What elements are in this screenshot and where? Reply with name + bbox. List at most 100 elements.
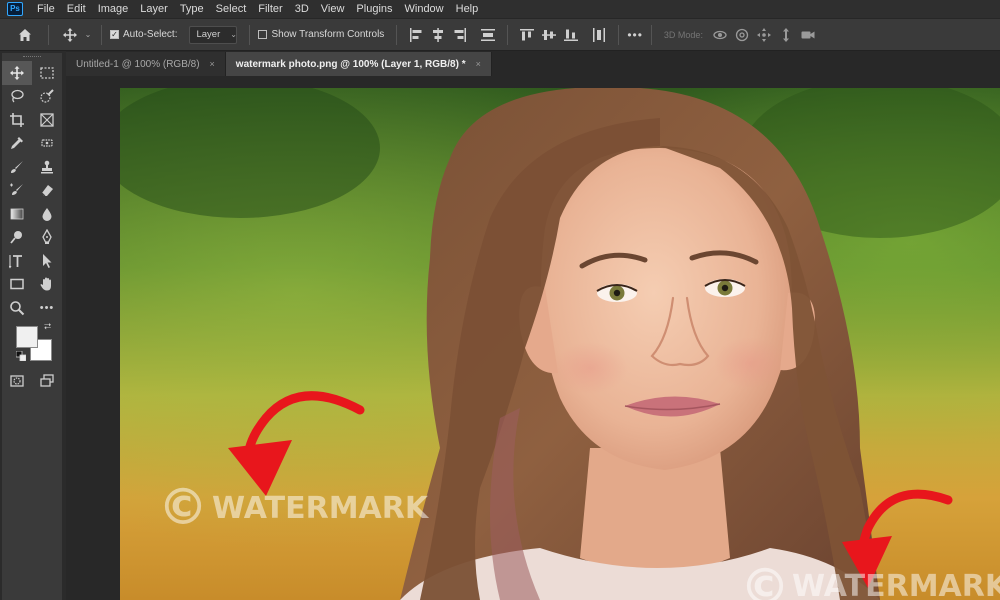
- photoshop-logo[interactable]: Ps: [7, 2, 23, 16]
- home-icon[interactable]: [16, 26, 34, 44]
- 3d-roll-icon[interactable]: [733, 26, 751, 44]
- menu-layer[interactable]: Layer: [134, 0, 174, 18]
- move-tool[interactable]: [2, 61, 32, 85]
- align-bottom-edges-icon[interactable]: [562, 26, 580, 44]
- auto-select-checkbox[interactable]: ✓: [110, 30, 119, 39]
- menu-filter[interactable]: Filter: [252, 0, 288, 18]
- default-colors-icon[interactable]: [16, 350, 26, 361]
- lasso-tool[interactable]: [2, 85, 32, 109]
- frame-tool[interactable]: [32, 108, 62, 132]
- watermark-text: WATERMARK: [212, 491, 430, 526]
- align-right-edges-icon[interactable]: [451, 26, 469, 44]
- 3d-scale-camera-icon[interactable]: [799, 26, 817, 44]
- options-bar: ⌄ ✓ Auto-Select: Layer ⌄ Show Transform …: [0, 18, 1000, 51]
- 3d-orbit-icon[interactable]: [711, 26, 729, 44]
- clone-stamp-icon: [41, 160, 53, 174]
- hand-tool[interactable]: [32, 273, 62, 297]
- align-vertical-centers-icon[interactable]: [540, 26, 558, 44]
- rectangle-icon: [10, 279, 24, 290]
- distribute-horizontal-icon[interactable]: [590, 26, 608, 44]
- close-icon[interactable]: ×: [210, 59, 215, 69]
- marquee-tool[interactable]: [32, 61, 62, 85]
- menu-plugins[interactable]: Plugins: [350, 0, 398, 18]
- separator: [507, 24, 509, 45]
- path-selection-tool[interactable]: [32, 249, 62, 273]
- copyright-symbol: ©: [158, 478, 208, 536]
- quick-mask-button[interactable]: [2, 370, 32, 394]
- zoom-tool[interactable]: [2, 296, 32, 320]
- portrait-photo: © WATERMARK © WATERMARK: [120, 88, 1000, 600]
- canvas-workspace: © WATERMARK © WATERMARK: [66, 76, 1000, 600]
- rectangle-tool[interactable]: [2, 273, 32, 297]
- separator: [396, 24, 398, 45]
- pen-tool[interactable]: [32, 226, 62, 250]
- magnifier-icon: [10, 300, 25, 315]
- history-brush-tool[interactable]: [2, 179, 32, 203]
- crop-tool[interactable]: [2, 108, 32, 132]
- tools-strip: ••• ⮂: [2, 53, 62, 600]
- clone-stamp-tool[interactable]: [32, 155, 62, 179]
- brush-tool[interactable]: [2, 155, 32, 179]
- move-tool-icon[interactable]: [61, 26, 79, 44]
- gradient-tool[interactable]: [2, 202, 32, 226]
- copyright-symbol: ©: [740, 558, 790, 600]
- type-tool[interactable]: [2, 249, 32, 273]
- menu-image[interactable]: Image: [92, 0, 135, 18]
- eyedropper-tool[interactable]: [2, 132, 32, 156]
- more-options-button[interactable]: •••: [627, 28, 643, 42]
- swap-colors-icon[interactable]: ⮂: [44, 321, 51, 332]
- 3d-drag-icon[interactable]: [755, 26, 773, 44]
- separator: [618, 24, 620, 45]
- rectangular-marquee-icon: [40, 67, 54, 79]
- menu-bar: Ps File Edit Image Layer Type Select Fil…: [0, 0, 1000, 18]
- auto-select-label: Auto-Select:: [123, 29, 178, 40]
- menu-select[interactable]: Select: [210, 0, 253, 18]
- align-top-edges-icon[interactable]: [518, 26, 536, 44]
- menu-type[interactable]: Type: [174, 0, 210, 18]
- menu-edit[interactable]: Edit: [61, 0, 92, 18]
- chevron-down-icon: ⌄: [230, 30, 237, 39]
- close-icon[interactable]: ×: [476, 59, 481, 69]
- mode-tools: [2, 370, 62, 394]
- foreground-color-swatch[interactable]: [16, 325, 38, 348]
- align-left-edges-icon[interactable]: [407, 26, 425, 44]
- menu-file[interactable]: File: [31, 0, 61, 18]
- dodge-tool[interactable]: [2, 226, 32, 250]
- auto-select-target-dropdown[interactable]: Layer ⌄: [189, 25, 238, 44]
- color-swatches: ⮂: [2, 320, 62, 364]
- history-brush-icon: [10, 183, 23, 196]
- more-tools-button[interactable]: •••: [32, 296, 62, 320]
- align-horizontal-centers-icon[interactable]: [429, 26, 447, 44]
- menu-3d[interactable]: 3D: [289, 0, 315, 18]
- document-canvas[interactable]: © WATERMARK © WATERMARK: [120, 88, 1000, 600]
- eraser-tool[interactable]: [32, 179, 62, 203]
- gradient-icon: [10, 208, 24, 220]
- blur-drop-icon: [42, 207, 52, 221]
- distribute-vertical-icon[interactable]: [479, 26, 497, 44]
- separator: [650, 24, 652, 45]
- brush-icon: [11, 160, 23, 173]
- menu-help[interactable]: Help: [450, 0, 485, 18]
- eyedropper-icon: [11, 137, 23, 150]
- blur-tool[interactable]: [32, 202, 62, 226]
- screen-mode-button[interactable]: [32, 370, 62, 394]
- show-transform-controls-toggle[interactable]: Show Transform Controls: [258, 29, 384, 40]
- show-transform-label: Show Transform Controls: [271, 29, 385, 40]
- auto-select-toggle[interactable]: ✓ Auto-Select:: [110, 29, 177, 40]
- eraser-icon: [41, 185, 53, 197]
- spot-healing-tool[interactable]: [32, 132, 62, 156]
- menu-view[interactable]: View: [315, 0, 351, 18]
- show-transform-checkbox[interactable]: [258, 30, 268, 39]
- menu-window[interactable]: Window: [399, 0, 450, 18]
- panel-grip[interactable]: [2, 53, 62, 61]
- tab-untitled-1[interactable]: Untitled-1 @ 100% (RGB/8) ×: [66, 52, 226, 76]
- tab-watermark-photo[interactable]: watermark photo.png @ 100% (Layer 1, RGB…: [225, 52, 492, 76]
- 3d-slide-icon[interactable]: [777, 26, 795, 44]
- vertical-type-icon: [9, 254, 22, 269]
- tool-preset-chevron-down-icon[interactable]: ⌄: [83, 26, 93, 44]
- separator: [48, 24, 49, 45]
- quick-selection-tool[interactable]: [32, 85, 62, 109]
- auto-select-target-value: Layer: [196, 29, 221, 40]
- tools-panel: ••• ⮂: [0, 51, 66, 600]
- separator: [249, 24, 251, 45]
